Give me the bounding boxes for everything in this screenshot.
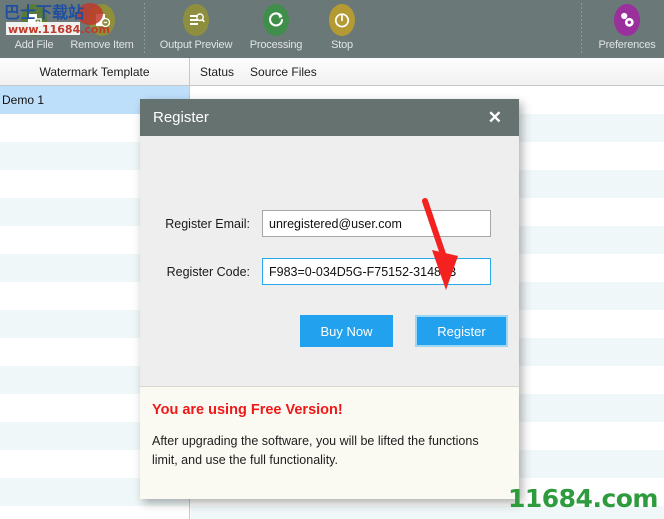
main-toolbar: Add File Remove Item Output Preview Proc… <box>0 0 664 58</box>
dialog-footer: You are using Free Version! After upgrad… <box>140 386 519 499</box>
buy-now-button[interactable]: Buy Now <box>300 315 393 347</box>
dialog-button-row: Buy Now Register <box>140 315 519 347</box>
left-column-header: Watermark Template <box>0 58 190 85</box>
toolbar-button-add-file[interactable]: Add File <box>0 0 68 58</box>
toolbar-label-add-file: Add File <box>14 39 54 51</box>
list-item-label: Demo 1 <box>2 93 45 107</box>
add-file-icon <box>19 3 49 37</box>
toolbar-button-stop[interactable]: Stop <box>313 0 371 58</box>
toolbar-label-remove-item: Remove Item <box>70 39 134 51</box>
stop-icon <box>327 3 357 37</box>
toolbar-process-group: Output Preview Processing Stop <box>153 0 371 58</box>
register-email-label: Register Email: <box>165 216 250 231</box>
register-code-field-group: Register Code: F983=0-034D5G-F75152-3148… <box>140 258 519 285</box>
close-icon[interactable]: ✕ <box>485 107 505 128</box>
dialog-title-bar[interactable]: Register ✕ <box>140 99 519 136</box>
register-button[interactable]: Register <box>415 315 508 347</box>
toolbar-file-group: Add File Remove Item <box>0 0 136 58</box>
free-version-description: After upgrading the software, you will b… <box>152 434 479 467</box>
toolbar-button-preferences[interactable]: Preferences <box>590 0 664 58</box>
toolbar-label-preferences: Preferences <box>598 39 656 51</box>
toolbar-separator-2 <box>581 3 582 55</box>
register-email-field-group: Register Email: unregistered@user.com <box>140 210 519 237</box>
toolbar-separator-1 <box>144 3 145 55</box>
remove-item-icon <box>87 3 117 37</box>
toolbar-button-output-preview[interactable]: Output Preview <box>153 0 239 58</box>
toolbar-label-output-preview: Output Preview <box>159 39 233 51</box>
dialog-body: Register Email: unregistered@user.com Re… <box>140 136 519 386</box>
column-header-source-files[interactable]: Source Files <box>250 65 317 79</box>
register-code-input[interactable]: F983=0-034D5G-F75152-31485B <box>262 258 491 285</box>
list-item[interactable] <box>0 506 189 519</box>
preferences-gear-icon <box>612 3 642 37</box>
toolbar-label-stop: Stop <box>331 39 353 51</box>
processing-icon <box>261 3 291 37</box>
right-column-headers: Status Source Files <box>191 58 664 85</box>
column-header-status[interactable]: Status <box>200 65 234 79</box>
column-header-bar: Watermark Template Status Source Files <box>0 58 664 86</box>
toolbar-label-processing: Processing <box>249 39 303 51</box>
toolbar-button-processing[interactable]: Processing <box>239 0 313 58</box>
register-email-input[interactable]: unregistered@user.com <box>262 210 491 237</box>
watermark-template-header: Watermark Template <box>39 64 150 79</box>
register-code-label: Register Code: <box>166 264 250 279</box>
free-version-title: You are using Free Version! <box>152 402 343 418</box>
dialog-title: Register <box>153 109 209 126</box>
output-preview-icon <box>181 3 211 37</box>
application-window: Add File Remove Item Output Preview Proc… <box>0 0 664 519</box>
table-row[interactable] <box>191 506 664 519</box>
toolbar-button-remove-item[interactable]: Remove Item <box>68 0 136 58</box>
register-dialog: Register ✕ Register Email: unregistered@… <box>140 99 519 499</box>
